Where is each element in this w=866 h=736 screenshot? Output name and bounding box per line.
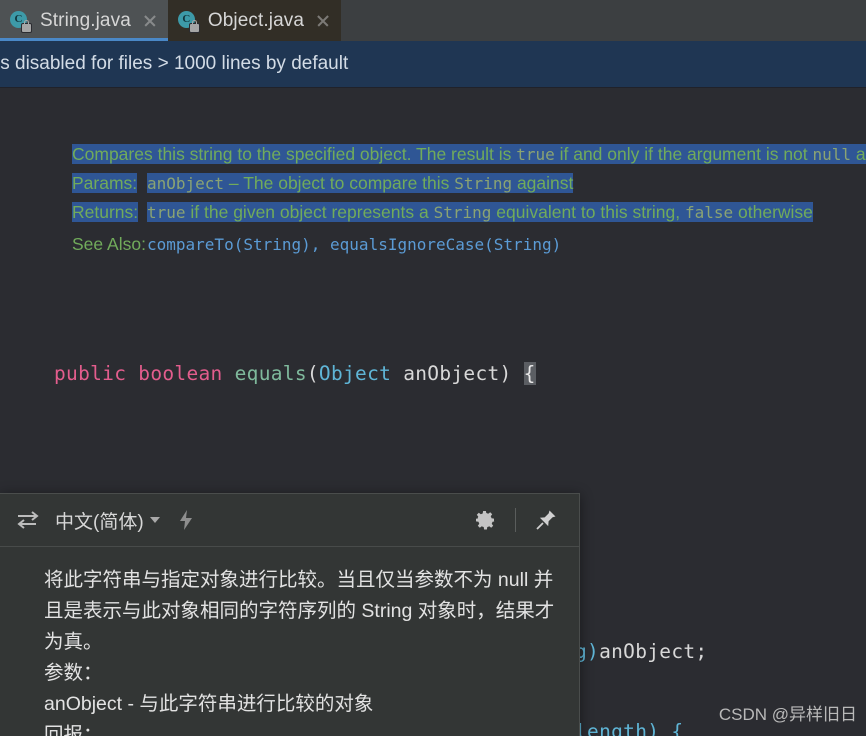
- javadoc-see-also-row: See Also: compareTo(String), equalsIgnor…: [72, 230, 862, 259]
- javadoc-returns-text-1: if the given object represents a: [185, 202, 434, 222]
- javadoc-params-body: anObject – The object to compare this St…: [147, 169, 862, 198]
- javadoc-returns-row: Returns: true if the given object repres…: [72, 198, 862, 227]
- javadoc-desc-part-2: if and only if the argument is not: [554, 144, 813, 164]
- code-fragment-2: length) {: [575, 720, 683, 736]
- javadoc-param-dash: – The object to compare this: [224, 173, 455, 193]
- code-fragment-2-tail: {: [671, 720, 684, 736]
- javadoc-returns-text-2: equivalent to this string,: [491, 202, 685, 222]
- code-fragment-1-tail: anObject;: [599, 640, 708, 663]
- swap-languages-icon[interactable]: [15, 510, 41, 530]
- target-language-label: 中文(简体): [55, 511, 144, 533]
- param-type-object: Object: [318, 362, 392, 385]
- javadoc-desc-code-null: null: [812, 145, 852, 164]
- javadoc-see-also-link-1[interactable]: compareTo(String): [147, 235, 311, 254]
- javadoc-returns-text-3: otherwise: [733, 202, 813, 222]
- javadoc-see-also-label: See Also:: [72, 234, 146, 254]
- translation-text: 将此字符串与指定对象进行比较。当且仅当参数不为 null 并且是表示与此对象相同…: [44, 569, 555, 736]
- translation-popup-toolbar: 中文(简体): [0, 494, 579, 547]
- javadoc-returns-code-false: false: [684, 203, 734, 222]
- pin-icon[interactable]: [534, 508, 558, 532]
- toolbar-divider: [515, 508, 516, 532]
- java-class-locked-icon: C: [9, 10, 31, 32]
- javadoc-returns-label: Returns:: [72, 202, 139, 222]
- param-name-anobject: anObject: [403, 362, 500, 385]
- editor-tab-bar: C String.java C Object.java: [0, 0, 866, 41]
- javadoc-returns-body: true if the given object represents a St…: [147, 198, 862, 227]
- csdn-watermark: CSDN @异样旧日: [718, 705, 857, 724]
- notification-banner-text: is disabled for files > 1000 lines by de…: [0, 53, 349, 74]
- code-fragment-1: g)anObject;: [575, 640, 707, 663]
- javadoc-desc-code-true: true: [516, 145, 555, 164]
- javadoc-returns-code-string: String: [433, 203, 492, 222]
- keyword-public: public: [54, 362, 127, 385]
- tab-label: Object.java: [207, 9, 305, 31]
- javadoc-desc-part-3: and is a: [855, 144, 866, 164]
- code-fragment-2-head: length): [575, 720, 660, 736]
- code-editor[interactable]: Compares this string to the specified ob…: [0, 88, 866, 736]
- java-class-locked-icon: C: [177, 10, 199, 32]
- javadoc-returns-code-true: true: [147, 203, 186, 222]
- javadoc-params-row: Params: anObject – The object to compare…: [72, 169, 862, 198]
- javadoc-param-tail: against: [512, 173, 574, 193]
- tab-string-java[interactable]: C String.java: [0, 0, 168, 41]
- javadoc-description: Compares this string to the specified ob…: [72, 140, 866, 169]
- editor-caret-block: {: [523, 362, 536, 385]
- translation-popup[interactable]: 中文(简体) 将此字符串与指定对象进行比较。当且仅当参数不为 null 并且是表…: [0, 493, 580, 736]
- lightning-bolt-icon[interactable]: [177, 509, 195, 531]
- close-icon[interactable]: [142, 13, 158, 29]
- gear-icon[interactable]: [473, 508, 497, 532]
- notification-banner: is disabled for files > 1000 lines by de…: [0, 41, 866, 88]
- target-language-dropdown[interactable]: 中文(简体): [55, 507, 160, 534]
- javadoc-param-type: String: [454, 174, 513, 193]
- javadoc-see-also-body: compareTo(String), equalsIgnoreCase(Stri…: [147, 230, 862, 259]
- javadoc-block: Compares this string to the specified ob…: [72, 140, 866, 259]
- code-line-signature: public boolean equals(Object anObject) {: [54, 362, 536, 385]
- javadoc-see-also-link-2[interactable]: equalsIgnoreCase(String): [330, 235, 561, 254]
- javadoc-desc-part-1: Compares this string to the specified ob…: [72, 144, 517, 164]
- close-icon[interactable]: [315, 13, 331, 29]
- tab-object-java[interactable]: C Object.java: [167, 0, 342, 41]
- method-name-equals: equals: [234, 362, 307, 385]
- close-paren: ): [499, 362, 512, 385]
- javadoc-param-name: anObject: [147, 174, 225, 193]
- open-paren: (: [306, 362, 319, 385]
- javadoc-params-label: Params:: [72, 173, 138, 193]
- javadoc-see-also-separator: ,: [310, 235, 331, 254]
- chevron-down-icon: [149, 517, 160, 523]
- keyword-boolean: boolean: [138, 362, 223, 385]
- tab-label: String.java: [40, 9, 131, 31]
